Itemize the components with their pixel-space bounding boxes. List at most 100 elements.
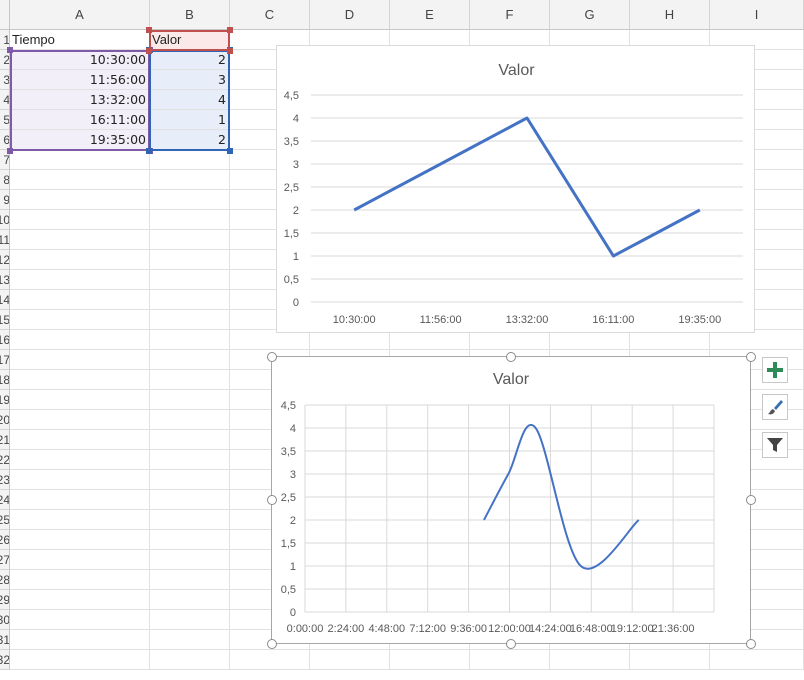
cell-B1[interactable]: Valor: [150, 30, 230, 50]
cell-A4[interactable]: 13:32:00: [10, 90, 150, 110]
cell-F32[interactable]: [470, 650, 550, 670]
row-header-13[interactable]: 13: [0, 270, 10, 290]
cell-B18[interactable]: [150, 370, 230, 390]
cell-B24[interactable]: [150, 490, 230, 510]
row-header-25[interactable]: 25: [0, 510, 10, 530]
cell-A2[interactable]: 10:30:00: [10, 50, 150, 70]
cell-B28[interactable]: [150, 570, 230, 590]
cell-A10[interactable]: [10, 210, 150, 230]
cell-A3[interactable]: 11:56:00: [10, 70, 150, 90]
scatter-chart[interactable]: Valor 0 0,5 1 1,5 2 2,5 3 3,5 4 4,5 0:00:00 2:24:00 4…: [267, 352, 756, 649]
cell-B14[interactable]: [150, 290, 230, 310]
cell-A28[interactable]: [10, 570, 150, 590]
cell-D32[interactable]: [310, 650, 390, 670]
chart-styles-button[interactable]: [762, 394, 788, 420]
cell-B2[interactable]: 2: [150, 50, 230, 70]
cell-A14[interactable]: [10, 290, 150, 310]
cell-A11[interactable]: [10, 230, 150, 250]
cell-H32[interactable]: [630, 650, 710, 670]
resize-handle[interactable]: [267, 495, 277, 505]
cell-B5[interactable]: 1: [150, 110, 230, 130]
range-handle[interactable]: [7, 47, 13, 53]
range-handle[interactable]: [146, 27, 152, 33]
cell-A16[interactable]: [10, 330, 150, 350]
resize-handle[interactable]: [506, 639, 516, 649]
column-header-A[interactable]: A: [10, 0, 150, 30]
cell-C32[interactable]: [230, 650, 310, 670]
cell-A13[interactable]: [10, 270, 150, 290]
cell-A23[interactable]: [10, 470, 150, 490]
row-header-11[interactable]: 11: [0, 230, 10, 250]
row-header-20[interactable]: 20: [0, 410, 10, 430]
cell-I32[interactable]: [710, 650, 804, 670]
cell-A29[interactable]: [10, 590, 150, 610]
cell-B29[interactable]: [150, 590, 230, 610]
cell-A5[interactable]: 16:11:00: [10, 110, 150, 130]
cell-A18[interactable]: [10, 370, 150, 390]
row-header-29[interactable]: 29: [0, 590, 10, 610]
column-header-D[interactable]: D: [310, 0, 390, 30]
range-handle[interactable]: [227, 27, 233, 33]
cell-B17[interactable]: [150, 350, 230, 370]
cell-A31[interactable]: [10, 630, 150, 650]
range-handle[interactable]: [227, 48, 233, 54]
cell-B31[interactable]: [150, 630, 230, 650]
row-header-10[interactable]: 10: [0, 210, 10, 230]
cell-A1[interactable]: Tiempo: [10, 30, 150, 50]
cell-B13[interactable]: [150, 270, 230, 290]
row-header-21[interactable]: 21: [0, 430, 10, 450]
cell-B12[interactable]: [150, 250, 230, 270]
cell-B7[interactable]: [150, 150, 230, 170]
cell-B9[interactable]: [150, 190, 230, 210]
cell-B6[interactable]: 2: [150, 130, 230, 150]
cell-A21[interactable]: [10, 430, 150, 450]
cell-A22[interactable]: [10, 450, 150, 470]
cell-A17[interactable]: [10, 350, 150, 370]
cell-A6[interactable]: 19:35:00: [10, 130, 150, 150]
row-header-30[interactable]: 30: [0, 610, 10, 630]
cell-B4[interactable]: 4: [150, 90, 230, 110]
range-handle[interactable]: [7, 148, 13, 154]
row-header-23[interactable]: 23: [0, 470, 10, 490]
cell-B23[interactable]: [150, 470, 230, 490]
cell-B26[interactable]: [150, 530, 230, 550]
row-header-4[interactable]: 4: [0, 90, 10, 110]
cell-A24[interactable]: [10, 490, 150, 510]
cell-E32[interactable]: [390, 650, 470, 670]
column-header-F[interactable]: F: [470, 0, 550, 30]
range-handle[interactable]: [227, 148, 233, 154]
column-header-H[interactable]: H: [630, 0, 710, 30]
cell-B3[interactable]: 3: [150, 70, 230, 90]
row-header-31[interactable]: 31: [0, 630, 10, 650]
resize-handle[interactable]: [267, 639, 277, 649]
row-header-5[interactable]: 5: [0, 110, 10, 130]
cell-B32[interactable]: [150, 650, 230, 670]
row-header-32[interactable]: 32: [0, 650, 10, 670]
row-header-15[interactable]: 15: [0, 310, 10, 330]
range-handle[interactable]: [146, 148, 152, 154]
range-handle[interactable]: [146, 48, 152, 54]
resize-handle[interactable]: [746, 639, 756, 649]
cell-A7[interactable]: [10, 150, 150, 170]
column-header-I[interactable]: I: [710, 0, 804, 30]
select-all-corner[interactable]: [0, 0, 10, 30]
cell-A15[interactable]: [10, 310, 150, 330]
row-header-12[interactable]: 12: [0, 250, 10, 270]
cell-A32[interactable]: [10, 650, 150, 670]
chart-elements-button[interactable]: [762, 357, 788, 383]
row-header-28[interactable]: 28: [0, 570, 10, 590]
row-header-6[interactable]: 6: [0, 130, 10, 150]
row-header-9[interactable]: 9: [0, 190, 10, 210]
row-header-3[interactable]: 3: [0, 70, 10, 90]
column-header-G[interactable]: G: [550, 0, 630, 30]
cell-B25[interactable]: [150, 510, 230, 530]
cell-B21[interactable]: [150, 430, 230, 450]
cell-B10[interactable]: [150, 210, 230, 230]
cell-A20[interactable]: [10, 410, 150, 430]
row-header-22[interactable]: 22: [0, 450, 10, 470]
row-header-2[interactable]: 2: [0, 50, 10, 70]
column-header-C[interactable]: C: [230, 0, 310, 30]
resize-handle[interactable]: [746, 495, 756, 505]
row-header-26[interactable]: 26: [0, 530, 10, 550]
row-header-19[interactable]: 19: [0, 390, 10, 410]
